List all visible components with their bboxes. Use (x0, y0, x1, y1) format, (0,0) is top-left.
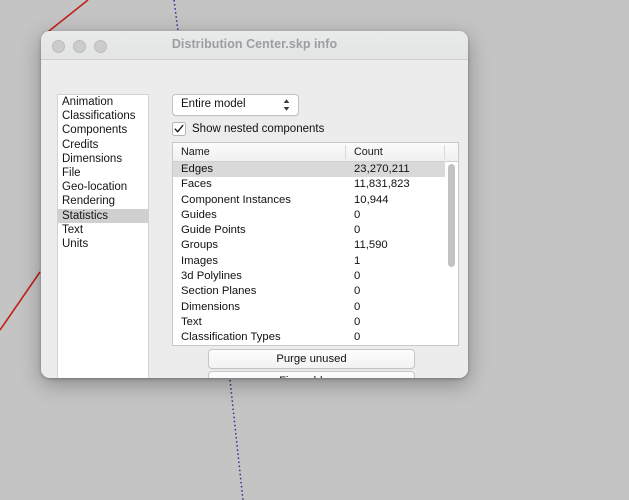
table-cell-count: 0 (354, 315, 361, 328)
table-row[interactable]: Classification Types 0 (173, 330, 458, 345)
table-row[interactable]: Section Planes 0 (173, 284, 458, 299)
show-nested-components-checkbox[interactable] (172, 122, 186, 136)
category-sidebar[interactable]: Animation Classifications Components Credit… (57, 94, 149, 378)
table-row[interactable]: Guide Points 0 (173, 223, 458, 238)
table-cell-count: 0 (354, 224, 361, 237)
table-row[interactable]: Images 1 (173, 254, 458, 269)
purge-unused-button[interactable]: Purge unused (208, 349, 415, 369)
sidebar-item-credits[interactable]: Credits (58, 138, 148, 152)
window-body: Animation Classifications Components Credit… (41, 60, 468, 378)
table-cell-name: Guides (181, 208, 217, 221)
table-row[interactable]: Guides 0 (173, 208, 458, 223)
show-nested-components-row[interactable]: Show nested components (172, 122, 324, 136)
table-scrollbar[interactable] (445, 162, 458, 345)
table-cell-name: Dimensions (181, 300, 241, 313)
show-nested-components-label: Show nested components (192, 123, 325, 135)
model-info-window: Distribution Center.skp info Animation Cl… (41, 31, 468, 378)
table-cell-count: 1 (354, 254, 361, 267)
table-row[interactable]: Groups 11,590 (173, 238, 458, 253)
table-cell-count: 0 (354, 270, 361, 283)
sidebar-item-dimensions[interactable]: Dimensions (58, 152, 148, 166)
column-header-name[interactable]: Name (181, 146, 210, 158)
table-scrollbar-thumb[interactable] (448, 164, 455, 267)
table-cell-count: 0 (354, 331, 361, 344)
table-row[interactable]: Component Instances 10,944 (173, 193, 458, 208)
sidebar-item-text[interactable]: Text (58, 223, 148, 237)
table-cell-name: Section Planes (181, 285, 257, 298)
sidebar-item-classifications[interactable]: Classifications (58, 109, 148, 123)
table-cell-count: 0 (354, 285, 361, 298)
table-cell-count: 0 (354, 300, 361, 313)
table-cell-name: Classification Types (181, 331, 281, 344)
table-cell-name: Images (181, 254, 219, 267)
table-cell-count: 0 (354, 208, 361, 221)
sidebar-item-components[interactable]: Components (58, 123, 148, 137)
sidebar-item-geo-location[interactable]: Geo-location (58, 180, 148, 194)
table-header-row: Name Count (173, 143, 458, 162)
header-divider (345, 145, 346, 159)
table-cell-name: Edges (181, 163, 214, 175)
table-cell-count: 10,944 (354, 193, 389, 206)
window-title: Distribution Center.skp info (171, 37, 338, 51)
table-cell-name: Text (181, 315, 202, 328)
statistics-table: Name Count Edges 23,270,211 Faces 11,831,82… (172, 142, 459, 346)
table-cell-name: Groups (181, 239, 219, 252)
chevron-updown-icon (283, 99, 290, 111)
table-row[interactable]: 3d Polylines 0 (173, 269, 458, 284)
fix-problems-button[interactable]: Fix problems (208, 371, 415, 378)
table-cell-name: Guide Points (181, 224, 246, 237)
window-titlebar[interactable]: Distribution Center.skp info (41, 31, 468, 60)
checkmark-icon (174, 124, 184, 133)
sidebar-item-animation[interactable]: Animation (58, 95, 148, 109)
table-cell-name: 3d Polylines (181, 270, 242, 283)
table-row[interactable]: Text 0 (173, 315, 458, 330)
table-row[interactable]: Edges 23,270,211 (173, 162, 458, 178)
table-cell-count: 23,270,211 (354, 163, 410, 175)
column-header-count[interactable]: Count (354, 146, 383, 158)
table-cell-name: Faces (181, 178, 212, 191)
header-divider-right (444, 145, 445, 159)
table-cell-count: 11,831,823 (354, 178, 410, 191)
table-cell-name: Component Instances (181, 193, 291, 206)
table-body: Edges 23,270,211 Faces 11,831,823 Component … (173, 162, 458, 345)
table-row[interactable]: Faces 11,831,823 (173, 177, 458, 192)
table-row[interactable]: Dimensions 0 (173, 300, 458, 315)
sidebar-item-statistics[interactable]: Statistics (58, 208, 148, 223)
scope-dropdown[interactable]: Entire model (172, 94, 299, 116)
sidebar-item-file[interactable]: File (58, 166, 148, 180)
sidebar-item-rendering[interactable]: Rendering (58, 194, 148, 208)
table-cell-count: 11,590 (354, 239, 388, 252)
sidebar-item-units[interactable]: Units (58, 237, 148, 251)
scope-dropdown-value: Entire model (181, 98, 246, 110)
